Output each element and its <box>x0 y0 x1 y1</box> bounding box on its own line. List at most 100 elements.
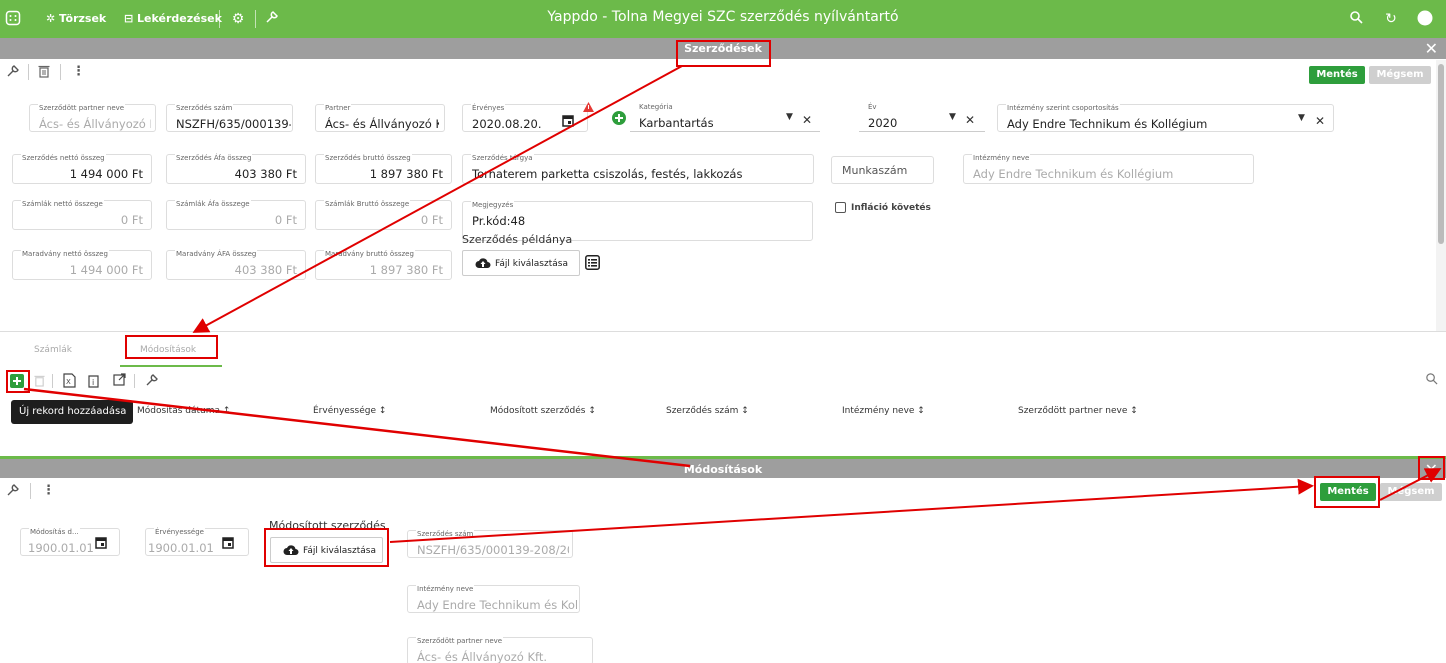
field-value: 403 380 Ft <box>234 167 297 181</box>
chevron-down-icon[interactable]: ▼ <box>786 112 793 122</box>
cancel-button[interactable]: Mégsem <box>1380 483 1442 501</box>
field-value: Ács- és Állványozó K <box>325 117 439 131</box>
tab-invoices[interactable]: Számlák <box>34 345 72 355</box>
annotation-box <box>676 40 771 67</box>
inflation-checkbox[interactable] <box>835 202 846 213</box>
open-external-icon[interactable] <box>113 373 126 390</box>
remaining-vat-field[interactable]: Maradvány ÁFA összeg 403 380 Ft <box>166 250 306 280</box>
clear-icon[interactable]: ✕ <box>802 113 812 127</box>
annotation-box <box>1314 476 1380 508</box>
remaining-net-field[interactable]: Maradvány nettó összeg 1 494 000 Ft <box>12 250 152 280</box>
search-icon[interactable] <box>1347 10 1365 28</box>
delete-icon[interactable] <box>34 374 45 391</box>
partner-field[interactable]: Partner Ács- és Állványozó K <box>315 104 445 132</box>
institution-name-field[interactable]: Intézmény neve Ady Endre Technikum és Ko… <box>963 154 1254 184</box>
info-export-icon[interactable]: i <box>88 373 101 392</box>
wrench-icon[interactable] <box>6 64 20 82</box>
invoices-vat-field[interactable]: Számlák Áfa összege 0 Ft <box>166 200 306 230</box>
field-label: Intézmény neve <box>972 154 1031 162</box>
field-value: 1 494 000 Ft <box>69 263 143 277</box>
column-header-partner[interactable]: Szerződött partner neve ↕ <box>1018 406 1138 416</box>
mod-date-field[interactable]: Módosítás d... 1900.01.01 <box>20 528 120 556</box>
calendar-icon[interactable] <box>222 536 234 552</box>
subject-field[interactable]: Szerződés tárgya Tornaterem parketta csi… <box>462 154 814 184</box>
valid-date-field[interactable]: Érvényes 2020.08.20. <box>462 104 588 132</box>
search-icon[interactable] <box>1425 372 1438 389</box>
validity-date-field[interactable]: Érvényessége 1900.01.01 <box>145 528 249 556</box>
toolbar-divider <box>134 374 135 388</box>
annotation-box <box>264 528 389 567</box>
remaining-gross-field[interactable]: Maradvány bruttó összeg 1 897 380 Ft <box>315 250 452 280</box>
field-label: Számlák Áfa összege <box>175 200 251 208</box>
calendar-icon[interactable] <box>562 114 574 130</box>
vat-amount-field[interactable]: Szerződés Áfa összeg 403 380 Ft <box>166 154 306 184</box>
column-header-institution[interactable]: Intézmény neve ↕ <box>842 406 925 416</box>
mod-partner-field[interactable]: Szerződött partner neve Ács- és Állványo… <box>407 637 593 663</box>
refresh-icon[interactable]: ↻ <box>1382 10 1400 28</box>
chevron-down-icon[interactable]: ▼ <box>1298 113 1305 123</box>
mod-contract-number-field[interactable]: Szerződés szám NSZFH/635/000139-208/20 <box>407 530 573 558</box>
clear-icon[interactable]: ✕ <box>965 113 975 127</box>
field-value: 0 Ft <box>274 213 297 227</box>
calendar-icon[interactable] <box>95 536 107 552</box>
field-value: Ács- és Állványozó K <box>39 117 151 131</box>
column-header-validity[interactable]: Érvényessége ↕ <box>313 406 386 416</box>
field-value: Ady Endre Technikum és Kollé <box>417 598 577 612</box>
add-category-icon[interactable] <box>612 111 626 128</box>
toolbar-divider <box>60 64 61 80</box>
close-icon[interactable]: ✕ <box>1425 38 1438 59</box>
modifications-panel-title: Módosítások <box>683 463 763 476</box>
file-select-button[interactable]: Fájl kiválasztása <box>462 250 580 276</box>
field-label: Számlák nettó összege <box>21 200 104 208</box>
chevron-down-icon[interactable]: ▼ <box>949 112 956 122</box>
field-label: Szerződés tárgya <box>471 154 534 162</box>
add-record-tooltip: Új rekord hozzáadása <box>11 400 133 424</box>
wrench-icon[interactable] <box>6 483 20 501</box>
clear-icon[interactable]: ✕ <box>1315 114 1325 128</box>
field-label: Szerződés Áfa összeg <box>175 154 253 162</box>
annotation-box <box>125 335 218 359</box>
field-label: Partner <box>324 104 352 112</box>
app-header: ✲ Törzsek ⊟ Lekérdezések ⚙ Yappdo - Toln… <box>0 0 1446 38</box>
field-value: Tornaterem parketta csiszolás, festés, l… <box>472 167 743 181</box>
more-vertical-icon[interactable]: ⋮ <box>42 483 55 498</box>
institution-group-select[interactable]: Intézmény szerint csoportosítás Ady Endr… <box>997 104 1334 132</box>
mod-institution-field[interactable]: Intézmény neve Ady Endre Technikum és Ko… <box>407 585 580 613</box>
field-value: 0 Ft <box>420 213 443 227</box>
column-header-contract-number[interactable]: Szerződés szám ↕ <box>666 406 749 416</box>
user-avatar-icon[interactable] <box>1416 10 1434 28</box>
active-tab-indicator <box>120 365 222 367</box>
year-select[interactable]: Év 2020 ▼ ✕ <box>859 103 985 132</box>
scrollbar-thumb[interactable] <box>1438 64 1444 244</box>
field-value: 403 380 Ft <box>234 263 297 277</box>
job-number-field[interactable]: Munkaszám <box>831 156 934 184</box>
save-button[interactable]: Mentés <box>1309 66 1365 84</box>
field-label: Szerződés bruttó összeg <box>324 154 412 162</box>
field-value: Ady Endre Technikum és Kollégium <box>973 167 1174 181</box>
app-title: Yappdo - Tolna Megyei SZC szerződés nyíl… <box>547 9 899 25</box>
cancel-button[interactable]: Mégsem <box>1369 66 1431 84</box>
field-value: 1 897 380 Ft <box>369 167 443 181</box>
field-label: Év <box>867 103 878 111</box>
delete-icon[interactable] <box>38 64 50 82</box>
contract-number-field[interactable]: Szerződés szám NSZFH/635/000139- <box>166 104 293 132</box>
partner-name-field[interactable]: Szerződött partner neve Ács- és Állványo… <box>29 104 156 132</box>
field-value: Ady Endre Technikum és Kollégium <box>1007 117 1208 131</box>
field-value: Pr.kód:48 <box>472 214 526 228</box>
gross-amount-field[interactable]: Szerződés bruttó összeg 1 897 380 Ft <box>315 154 452 184</box>
category-select[interactable]: Kategória Karbantartás ▼ ✕ <box>630 103 820 132</box>
field-label: Intézmény neve <box>416 585 475 593</box>
svg-text:i: i <box>92 378 94 387</box>
column-header-modified-contract[interactable]: Módosított szerződés ↕ <box>490 406 596 416</box>
net-amount-field[interactable]: Szerződés nettó összeg 1 494 000 Ft <box>12 154 152 184</box>
wrench-icon[interactable] <box>145 373 159 391</box>
invoices-net-field[interactable]: Számlák nettó összege 0 Ft <box>12 200 152 230</box>
scrollbar-track[interactable] <box>1436 60 1446 332</box>
field-label: Maradvány ÁFA összeg <box>175 250 258 258</box>
excel-export-icon[interactable]: X <box>63 373 76 392</box>
invoices-gross-field[interactable]: Számlák Bruttó összege 0 Ft <box>315 200 452 230</box>
list-icon[interactable] <box>585 255 600 273</box>
field-label: Módosítás d... <box>29 528 80 536</box>
more-vertical-icon[interactable]: ⋮ <box>72 64 85 79</box>
column-header-mod-date[interactable]: Módosítás dátuma ↕ <box>137 406 230 416</box>
